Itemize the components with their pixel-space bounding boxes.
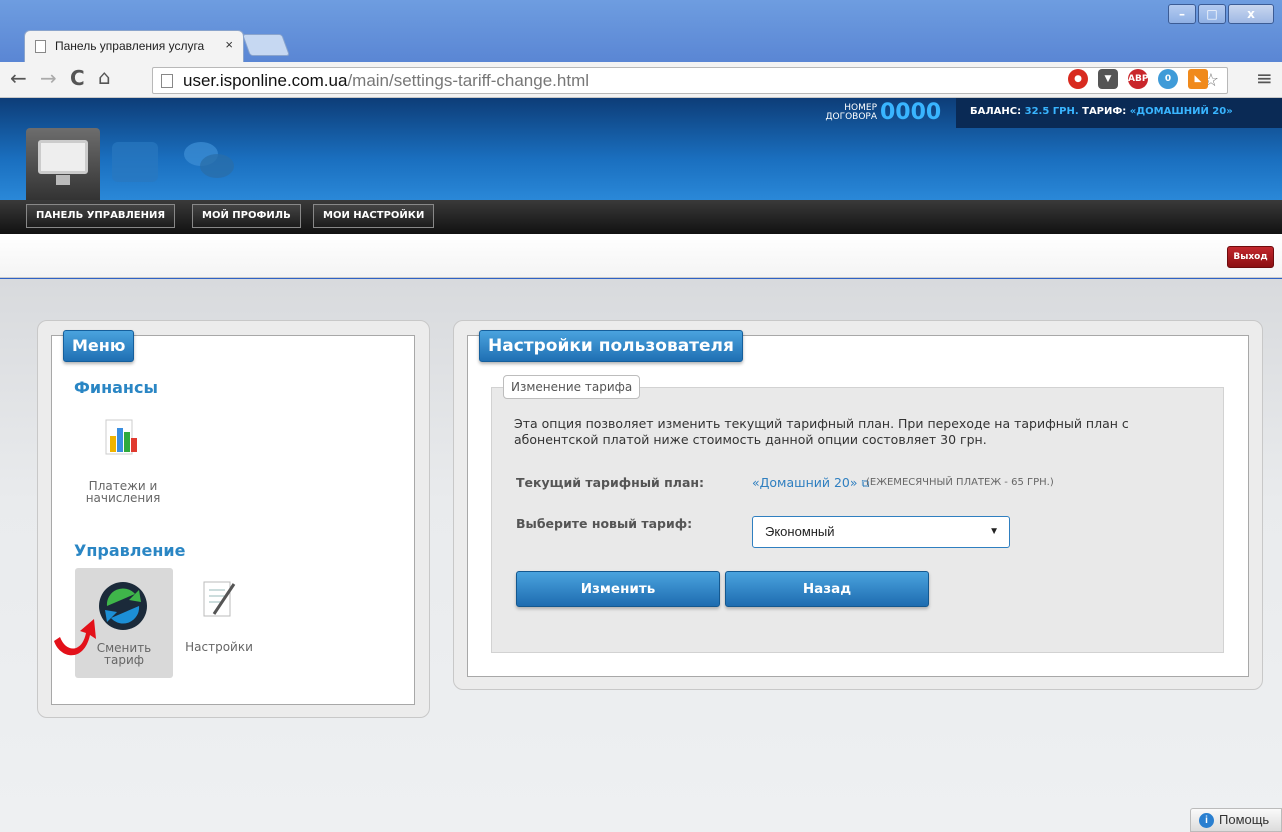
- tab-title: Панель управления услуга: [55, 39, 205, 53]
- browser-tab[interactable]: Панель управления услуга ×: [24, 30, 244, 62]
- ghostery-icon[interactable]: 0: [1158, 69, 1178, 89]
- red-arrow-icon: [54, 619, 96, 656]
- balance-value: 32.5 ГРН.: [1024, 106, 1079, 117]
- new-tariff-select[interactable]: Экономный ▼: [752, 516, 1010, 548]
- page-icon: [35, 40, 46, 53]
- help-label: Помощь: [1219, 812, 1270, 827]
- current-tariff-value: «Домашний 20»: [752, 475, 858, 490]
- url-host: user.isponline.com.ua: [183, 71, 348, 90]
- current-tariff-link[interactable]: «Домашний 20» ⧉: [752, 475, 869, 491]
- finance-heading: Финансы: [74, 378, 158, 397]
- back-button[interactable]: Назад: [725, 571, 929, 607]
- document-pen-icon: [203, 581, 236, 617]
- address-bar[interactable]: user.isponline.com.ua/main/settings-tari…: [152, 67, 1228, 94]
- page-icon: [161, 74, 173, 88]
- tab-close-icon[interactable]: ×: [225, 37, 233, 52]
- adblock-icon[interactable]: ABP: [1128, 69, 1148, 89]
- monitor-stand: [56, 175, 70, 185]
- tariff-description: Эта опция позволяет изменить текущий тар…: [514, 416, 1129, 447]
- stop-extension-icon[interactable]: ●: [1068, 69, 1088, 89]
- current-tariff-label: Текущий тарифный план:: [516, 475, 705, 490]
- balance-bar: БАЛАНС: 32.5 ГРН. ТАРИФ: «ДОМАШНИЙ 20»: [956, 98, 1282, 128]
- payments-tile[interactable]: Платежи и начисления: [74, 412, 172, 522]
- refresh-icon: [99, 582, 147, 630]
- pocket-extension-icon[interactable]: ▼: [1098, 69, 1118, 89]
- wallet-icon[interactable]: [112, 142, 158, 182]
- back-arrow-icon[interactable]: ←: [10, 66, 27, 90]
- change-button[interactable]: Изменить: [516, 571, 720, 607]
- fieldset-legend: Изменение тарифа: [503, 375, 641, 399]
- info-icon: i: [1199, 813, 1214, 828]
- nav-my-profile[interactable]: МОЙ ПРОФИЛЬ: [192, 204, 301, 228]
- help-button[interactable]: i Помощь: [1190, 808, 1282, 832]
- new-tab-button[interactable]: [241, 34, 291, 56]
- home-icon[interactable]: ⌂: [98, 65, 111, 89]
- url-path: /main/settings-tariff-change.html: [347, 71, 590, 90]
- settings-label: Настройки: [185, 640, 253, 654]
- reload-icon[interactable]: C: [70, 66, 85, 90]
- bar-chart-icon: [105, 419, 137, 455]
- minimize-button[interactable]: –: [1168, 4, 1196, 24]
- management-heading: Управление: [74, 541, 186, 560]
- settings-title: Настройки пользователя: [479, 330, 743, 362]
- settings-tile[interactable]: Настройки: [178, 578, 260, 688]
- forward-arrow-icon[interactable]: →: [40, 66, 57, 90]
- tariff-value: «ДОМАШНИЙ 20»: [1129, 106, 1233, 117]
- nav-my-settings[interactable]: МОИ НАСТРОЙКИ: [313, 204, 435, 228]
- contract-number: 0000: [880, 100, 942, 125]
- menu-title: Меню: [63, 330, 135, 362]
- monthly-payment: (ЕЖЕМЕСЯЧНЫЙ ПЛАТЕЖ - 65 ГРН.): [866, 477, 1054, 488]
- selected-tariff: Экономный: [765, 524, 835, 539]
- chat-icon[interactable]: [184, 140, 234, 180]
- nav-control-panel[interactable]: ПАНЕЛЬ УПРАВЛЕНИЯ: [26, 204, 176, 228]
- monitor-icon: [38, 140, 88, 174]
- payments-label-2: начисления: [85, 491, 161, 505]
- window-controls: – □ x: [1168, 4, 1274, 24]
- contract-label: НОМЕР ДОГОВОРА: [825, 103, 877, 122]
- new-tariff-label: Выберите новый тариф:: [516, 516, 693, 531]
- dropdown-arrow-icon: ▼: [989, 526, 999, 537]
- logout-button[interactable]: Выход: [1227, 246, 1274, 268]
- balance-label: БАЛАНС:: [970, 106, 1022, 117]
- subheader-bar: [0, 234, 1282, 278]
- menu-icon[interactable]: ≡: [1256, 66, 1273, 90]
- tariff-label: ТАРИФ:: [1082, 106, 1127, 117]
- close-window-button[interactable]: x: [1228, 4, 1274, 24]
- maximize-button[interactable]: □: [1198, 4, 1226, 24]
- rss-icon[interactable]: ◣: [1188, 69, 1208, 89]
